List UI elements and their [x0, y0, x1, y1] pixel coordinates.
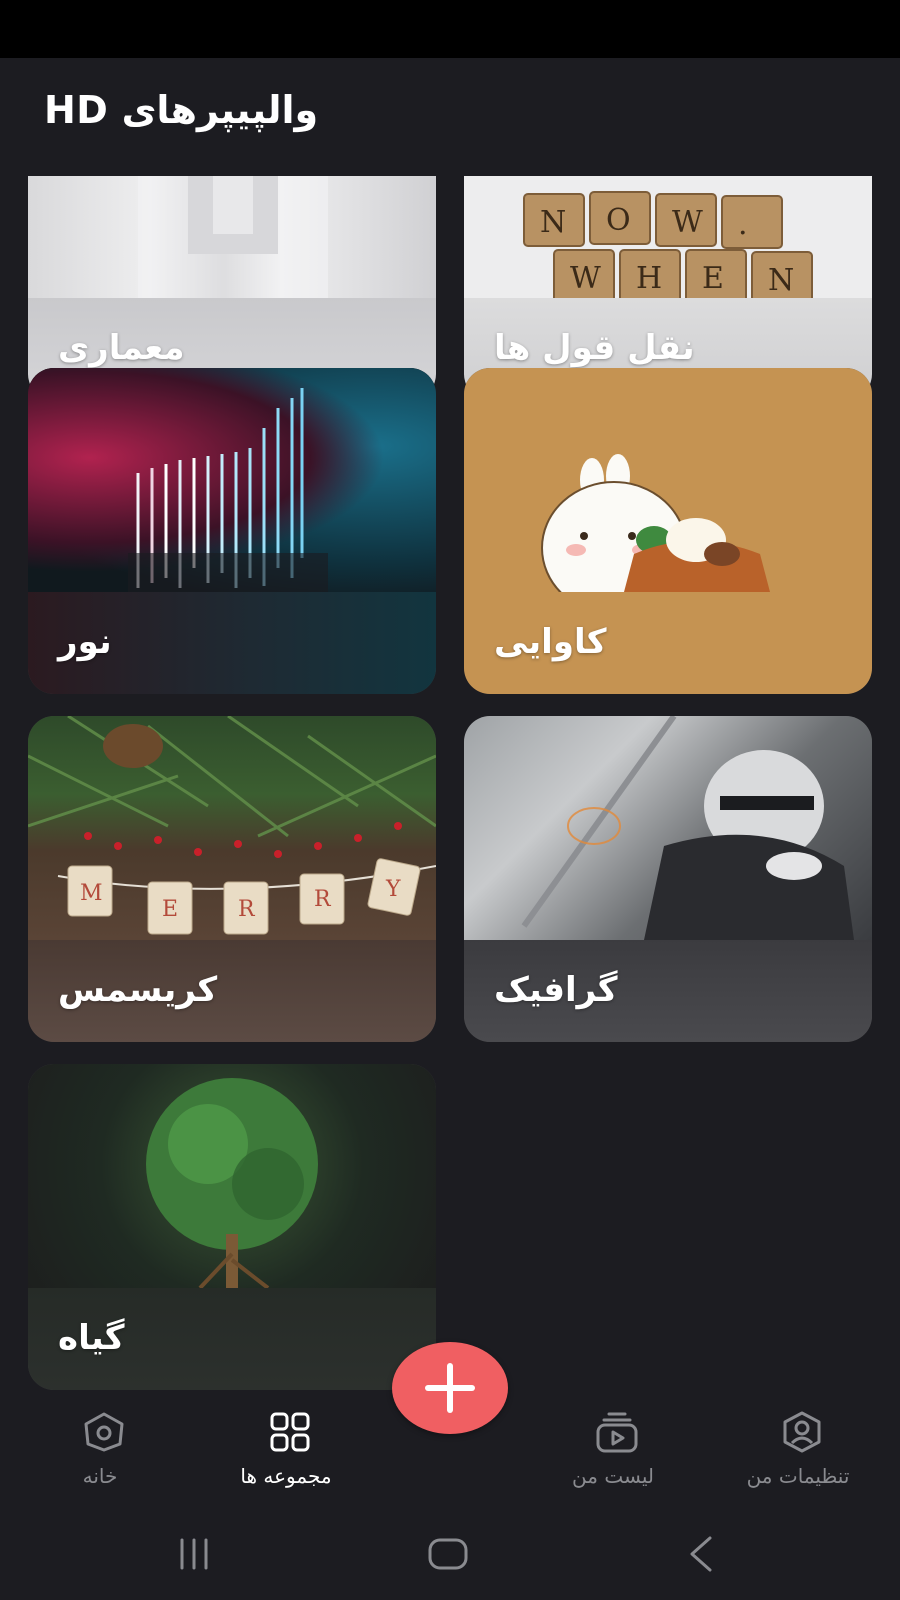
add-button[interactable]: [392, 1342, 508, 1434]
svg-text:H: H: [636, 261, 662, 296]
svg-text:R: R: [314, 887, 332, 912]
nav-my-list-label: لیست من: [572, 1464, 654, 1488]
grid-icon: [270, 1412, 310, 1452]
nav-collections[interactable]: مجموعه ها: [196, 1398, 376, 1508]
category-label: کریسمس: [58, 970, 218, 1010]
svg-text:M: M: [80, 881, 103, 906]
category-label: گیاه: [58, 1318, 125, 1358]
category-card-quotes[interactable]: N O W. WH E N نقل قول ها: [464, 176, 872, 400]
category-card-plant[interactable]: گیاه: [28, 1064, 436, 1390]
category-label: کاوایی: [494, 622, 607, 662]
svg-text:W: W: [570, 261, 601, 296]
home-icon: [84, 1412, 124, 1452]
architecture-thumbnail: [28, 176, 436, 298]
category-card-kawaii[interactable]: کاوایی: [464, 368, 872, 694]
svg-text:N: N: [768, 263, 794, 298]
graphic-thumbnail: [464, 716, 872, 940]
nav-collections-label: مجموعه ها: [240, 1464, 332, 1488]
nav-home[interactable]: خانه: [10, 1398, 190, 1508]
category-card-light[interactable]: نور: [28, 368, 436, 694]
svg-text:O: O: [606, 203, 631, 238]
svg-text:.: .: [738, 207, 748, 242]
svg-text:W: W: [672, 205, 703, 240]
category-label: گرافیک: [494, 970, 618, 1010]
back-icon[interactable]: [680, 1532, 724, 1576]
category-card-architecture[interactable]: معماری: [28, 176, 436, 400]
category-grid[interactable]: معماری N O W. WH E N نقل قول ها نور کاوایی…: [0, 176, 900, 1398]
svg-text:Y: Y: [385, 877, 401, 902]
christmas-thumbnail: ME RRY: [28, 716, 436, 940]
light-thumbnail: [28, 368, 436, 592]
plant-thumbnail: [28, 1064, 436, 1290]
system-navigation-bar: [0, 1508, 900, 1600]
app-title: والپیپرهای HD: [44, 88, 319, 132]
category-card-graphic[interactable]: گرافیک: [464, 716, 872, 1042]
category-label: معماری: [58, 328, 185, 368]
profile-icon: [783, 1411, 821, 1453]
svg-text:E: E: [162, 897, 178, 922]
recents-icon[interactable]: [174, 1532, 218, 1576]
nav-settings[interactable]: تنظیمات من: [708, 1398, 888, 1508]
status-bar: [0, 0, 900, 58]
plus-icon: [425, 1363, 475, 1413]
nav-settings-label: تنظیمات من: [746, 1464, 850, 1488]
quotes-thumbnail: N O W. WH E N: [464, 176, 872, 305]
home-button-icon[interactable]: [426, 1532, 470, 1576]
svg-text:E: E: [702, 261, 724, 296]
category-label: نور: [58, 622, 112, 662]
nav-home-label: خانه: [82, 1464, 118, 1488]
svg-text:R: R: [238, 897, 256, 922]
svg-text:N: N: [540, 205, 566, 240]
app-header: والپیپرهای HD: [0, 58, 900, 176]
nav-my-list[interactable]: لیست من: [523, 1398, 703, 1508]
playlist-icon: [596, 1412, 638, 1453]
category-card-christmas[interactable]: M E R R Y کریسمس: [28, 716, 436, 1042]
kawaii-thumbnail: [464, 368, 872, 615]
category-label: نقل قول ها: [494, 328, 695, 368]
